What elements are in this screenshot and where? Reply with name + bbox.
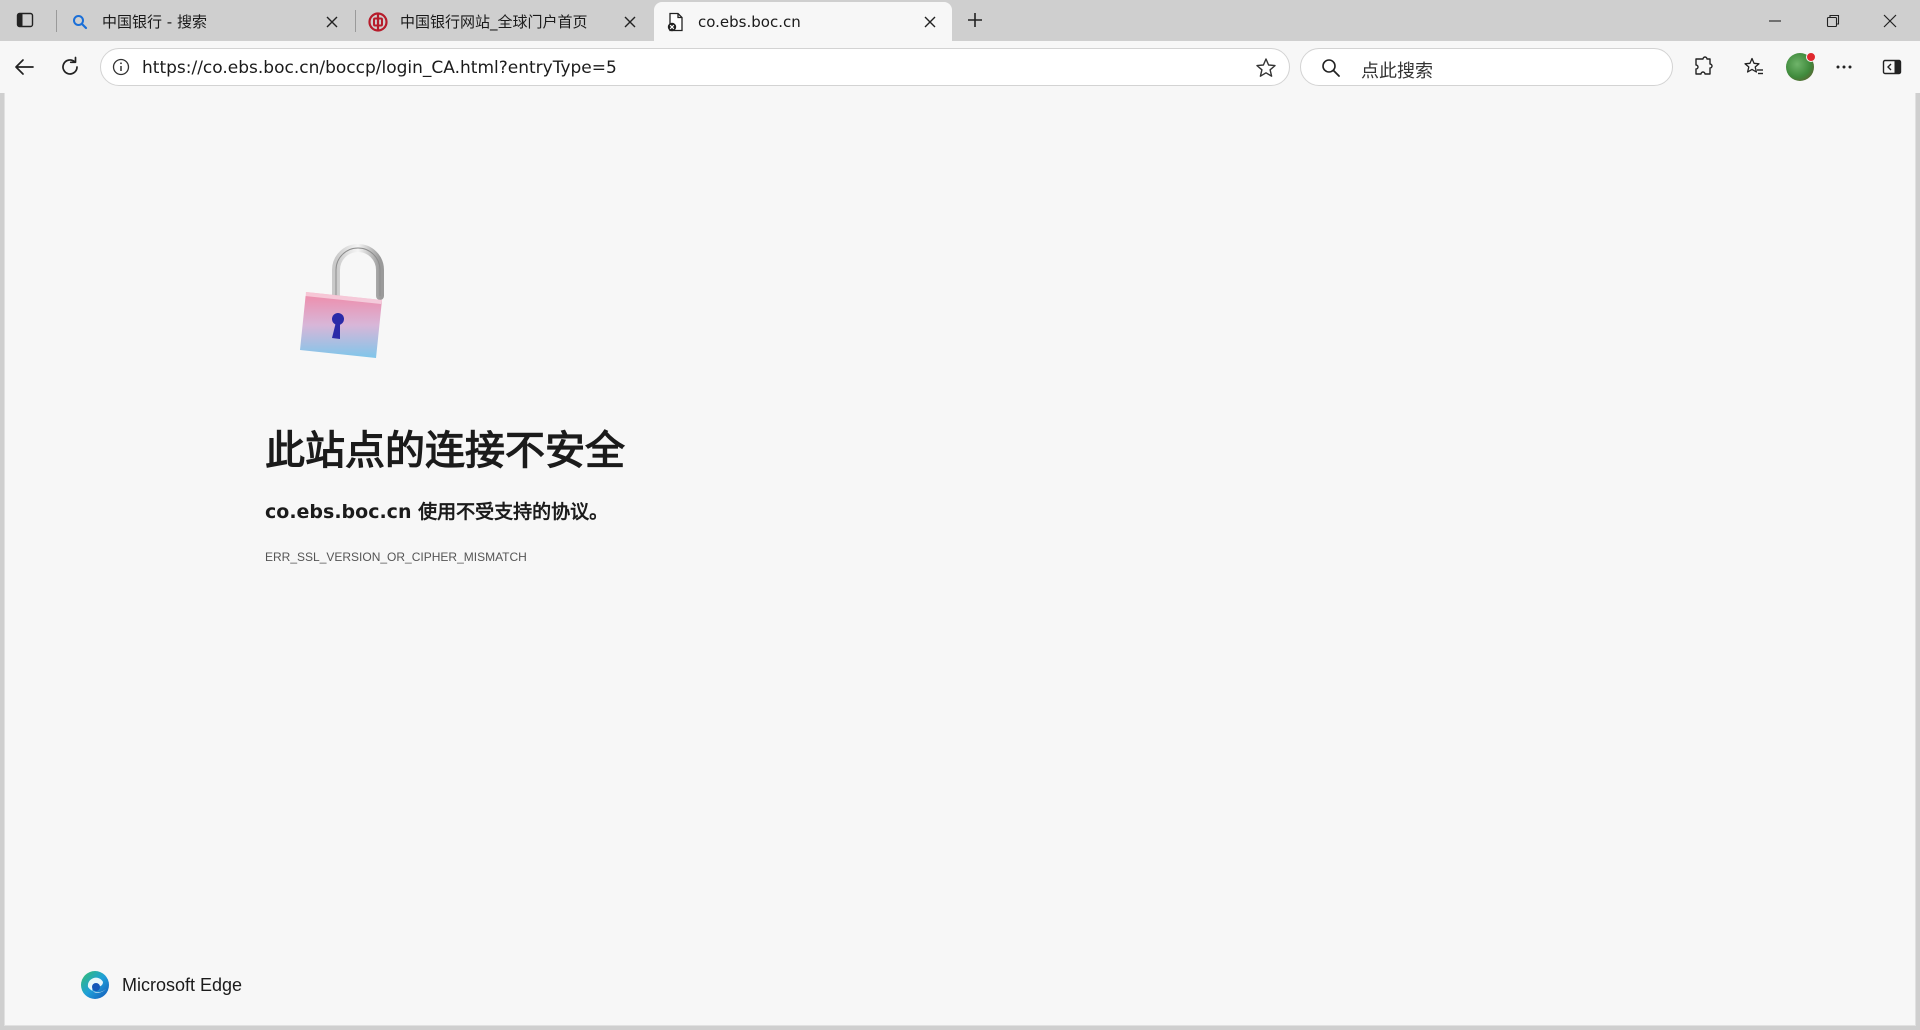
tab-co-ebs[interactable]: co.ebs.boc.cn [654, 2, 952, 41]
address-url[interactable]: https://co.ebs.boc.cn/boccp/login_CA.htm… [142, 58, 617, 78]
close-tab-button[interactable] [618, 10, 642, 34]
search-placeholder: 点此搜索 [1361, 61, 1433, 82]
plus-icon [968, 13, 982, 27]
add-favorite-button[interactable] [1253, 55, 1279, 81]
star-icon [1256, 58, 1276, 77]
browser-toolbar: https://co.ebs.boc.cn/boccp/login_CA.htm… [0, 41, 1920, 93]
insecure-page-icon [666, 12, 686, 32]
brand-name: Microsoft Edge [122, 974, 243, 995]
new-tab-button[interactable] [958, 5, 992, 35]
more-horizontal-icon [1836, 65, 1852, 69]
close-tab-button[interactable] [918, 10, 942, 34]
address-bar[interactable]: https://co.ebs.boc.cn/boccp/login_CA.htm… [100, 48, 1290, 86]
favorites-list-icon [1744, 57, 1763, 75]
tab-search[interactable]: 中国银行 - 搜索 [58, 2, 354, 41]
sidebar-toggle-button[interactable] [1874, 50, 1910, 84]
extensions-button[interactable] [1686, 50, 1722, 84]
search-favicon-icon [70, 12, 90, 32]
tab-title: co.ebs.boc.cn [698, 12, 801, 31]
close-icon [624, 16, 636, 27]
sidebar-icon [1882, 59, 1902, 75]
minimize-icon [1769, 19, 1781, 22]
back-button[interactable] [6, 50, 42, 84]
close-icon [924, 16, 936, 27]
vertical-tabs-icon [16, 12, 34, 28]
web-search-box[interactable]: 点此搜索 [1300, 48, 1673, 86]
edge-branding: Microsoft Edge [80, 970, 242, 1000]
boc-logo-favicon-icon [368, 11, 388, 32]
profile-avatar[interactable] [1786, 52, 1816, 81]
tab-title: 中国银行网站_全球门户首页 [400, 13, 588, 31]
tab-strip: 中国银行 - 搜索 中国银行网站_全球门户首页 co.ebs.boc.cn [0, 0, 1920, 41]
refresh-button[interactable] [52, 50, 88, 84]
minimize-button[interactable] [1747, 0, 1803, 41]
tab-title: 中国银行 - 搜索 [102, 13, 207, 31]
close-tab-button[interactable] [320, 10, 344, 34]
search-icon [1321, 58, 1341, 78]
error-code: ERR_SSL_VERSION_OR_CIPHER_MISMATCH [265, 550, 527, 564]
close-window-button[interactable] [1862, 0, 1918, 41]
refresh-icon [62, 56, 78, 75]
back-arrow-icon [15, 59, 34, 75]
restore-button[interactable] [1805, 0, 1861, 41]
restore-icon [1826, 14, 1840, 27]
site-info-button[interactable] [111, 57, 131, 77]
puzzle-icon [1695, 56, 1713, 75]
edge-logo-icon [81, 971, 109, 999]
settings-more-button[interactable] [1826, 50, 1862, 84]
info-icon [112, 58, 130, 76]
tab-actions-button[interactable] [6, 4, 44, 36]
close-icon [1883, 14, 1897, 27]
favorites-button[interactable] [1736, 50, 1772, 84]
unlocked-padlock-icon [300, 244, 384, 358]
tab-separator [56, 10, 57, 32]
close-icon [326, 16, 338, 27]
tab-boc-home[interactable]: 中国银行网站_全球门户首页 [356, 2, 652, 41]
error-heading: 此站点的连接不安全 [265, 428, 625, 474]
notification-dot [1806, 52, 1816, 62]
error-description: co.ebs.boc.cn 使用不受支持的协议。 [265, 501, 609, 523]
